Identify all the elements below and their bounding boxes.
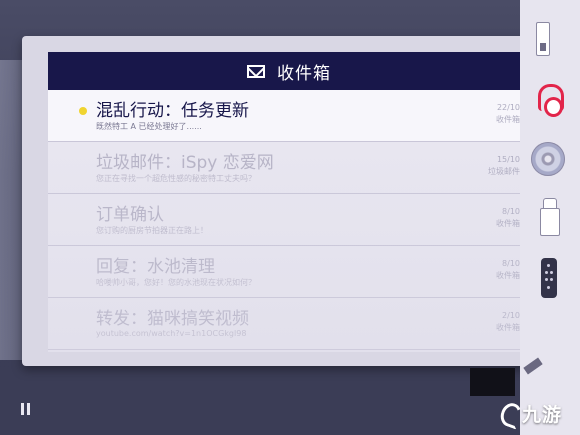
- email-subject: 订单确认: [96, 205, 164, 225]
- robot-icon[interactable]: [540, 198, 560, 238]
- email-subject: 混乱行动：任务更新: [96, 101, 249, 121]
- remote-icon[interactable]: [541, 258, 557, 298]
- email-folder: 收件箱: [496, 115, 520, 124]
- pause-icon[interactable]: [20, 403, 32, 415]
- remote-key: [550, 278, 553, 281]
- inbox-header: 收件箱: [48, 52, 530, 90]
- email-preview: 您正在寻找一个超危性感的秘密特工丈夫吗？: [96, 174, 256, 183]
- email-date: 22/10: [496, 103, 520, 112]
- mail-icon: [247, 64, 265, 78]
- inbox-title: 收件箱: [277, 63, 331, 84]
- email-subject: 回复：水池清理: [96, 257, 215, 277]
- watermark-logo-icon: [498, 401, 520, 425]
- dark-object: [470, 368, 515, 396]
- email-row[interactable]: 混乱行动：任务更新 既然特工 A 已经处理好了...... 22/10 收件箱: [48, 90, 530, 142]
- email-preview: 哈喽帅小哥，您好！您的水池现在状况如何？: [96, 278, 256, 287]
- email-subject: 垃圾邮件：iSpy 恋爱网: [96, 153, 274, 173]
- email-folder: 收件箱: [496, 219, 520, 228]
- remote-key: [547, 264, 550, 267]
- remote-key: [545, 271, 548, 274]
- email-date: 8/10: [502, 207, 520, 216]
- remote-key: [550, 271, 553, 274]
- email-row[interactable]: 订单确认 您订购的厨房节拍器正在路上！ 8/10 收件箱: [48, 194, 530, 246]
- email-date: 15/10: [496, 155, 520, 164]
- usb-icon[interactable]: [536, 22, 550, 56]
- headphones-icon[interactable]: [536, 82, 564, 118]
- email-row[interactable]: 转发：猫咪搞笑视频 youtube.com/watch?v=1n1OCGkgl9…: [48, 298, 530, 350]
- disc-icon[interactable]: [531, 142, 565, 176]
- remote-key: [545, 278, 548, 281]
- remote-key: [547, 286, 550, 289]
- watermark-text: 九游: [522, 403, 563, 426]
- robot-body: [540, 208, 560, 236]
- email-row[interactable]: 垃圾邮件：iSpy 恋爱网 您正在寻找一个超危性感的秘密特工丈夫吗？ 15/10…: [48, 142, 530, 194]
- unread-dot-icon: [79, 107, 87, 115]
- email-folder: 收件箱: [496, 323, 520, 332]
- email-date: 2/10: [502, 311, 520, 320]
- headphones-cup: [544, 97, 563, 117]
- email-subject: 转发：猫咪搞笑视频: [96, 309, 249, 329]
- email-preview: youtube.com/watch?v=1n1OCGkgl98: [96, 329, 247, 338]
- email-preview: 既然特工 A 已经处理好了......: [96, 122, 202, 131]
- email-folder: 收件箱: [496, 271, 520, 280]
- inbox-screen: 收件箱 混乱行动：任务更新 既然特工 A 已经处理好了...... 22/10 …: [48, 52, 530, 352]
- email-row[interactable]: 回复：水池清理 哈喽帅小哥，您好！您的水池现在状况如何？ 8/10 收件箱: [48, 246, 530, 298]
- email-preview: 您订购的厨房节拍器正在路上！: [96, 226, 208, 235]
- watermark: 九游: [498, 395, 578, 431]
- email-date: 8/10: [502, 259, 520, 268]
- email-folder: 垃圾邮件: [488, 167, 520, 176]
